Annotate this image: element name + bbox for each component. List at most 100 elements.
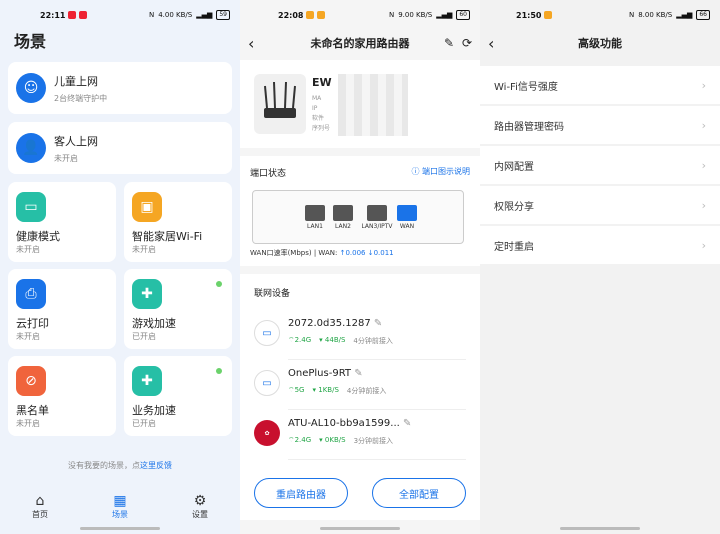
app-notification-icon [79, 11, 88, 19]
menu-item-label: 定时重启 [494, 241, 534, 253]
advanced-features-screen: 21:50 N 8.00 KB/S ▂▄▆ 66 ‹ 高级功能 Wi-Fi信号强… [480, 0, 720, 534]
question-icon: ⓘ [411, 167, 422, 176]
scene-title: 云打印 [16, 317, 49, 330]
speaker-icon: ▣ [132, 192, 162, 222]
scene-card[interactable]: ✚ 业务加速 已开启 [124, 356, 232, 436]
scene-title: 儿童上网 [54, 74, 98, 88]
scene-card[interactable]: ▣ 智能家居Wi-Fi 未开启 [124, 182, 232, 262]
battery-level: 66 [696, 10, 710, 20]
back-arrow-icon[interactable]: ‹ [488, 34, 494, 53]
back-arrow-icon[interactable]: ‹ [248, 34, 254, 53]
chevron-right-icon: › [701, 198, 706, 212]
monitor-icon: ▭ [16, 192, 46, 222]
speed-text: 0KB/S [324, 436, 346, 444]
edit-icon[interactable]: ✎ [444, 36, 454, 50]
home-icon: ⌂ [35, 492, 45, 509]
scene-status: 未开启 [16, 419, 40, 428]
edit-icon[interactable]: ✎ [374, 318, 382, 329]
app-notification-icon [317, 11, 326, 19]
battery-level: 60 [456, 10, 470, 20]
band: ⌔5G [288, 386, 305, 394]
device-name-text: ATU-AL10-bb9a1599... [288, 418, 400, 429]
scene-card[interactable]: ⊘ 黑名单 未开启 [8, 356, 116, 436]
chevron-right-icon: › [701, 158, 706, 172]
tab-home[interactable]: ⌂ 首页 [0, 486, 80, 526]
status-time: 22:08 [278, 10, 304, 20]
tab-label: 场景 [112, 509, 128, 519]
page-title: 未命名的家用路由器 [310, 37, 410, 50]
menu-item-permission-share[interactable]: 权限分享 › [480, 186, 720, 224]
menu-item-wifi-strength[interactable]: Wi-Fi信号强度 › [480, 66, 720, 104]
all-config-button[interactable]: 全部配置 [372, 478, 466, 508]
device-meta: ⌔2.4G ▾ 0KB/S 3分钟前接入 [288, 436, 393, 446]
router-detail-screen: 22:08 N 9.00 KB/S ▂▄▆ 60 ‹ 未命名的家用路由器 ✎ ⟳… [240, 0, 480, 534]
band-text: 5G [294, 386, 305, 394]
status-time: 21:50 [516, 10, 542, 20]
feedback-text: 没有我要的场景，点这里反馈 [0, 460, 240, 471]
scene-status: 未开启 [16, 332, 40, 341]
device-name: OnePlus-9RT ✎ [288, 368, 363, 379]
port-help-link[interactable]: ⓘ 端口图示说明 [411, 166, 470, 177]
router-ip-label: IP [312, 105, 318, 112]
scene-card[interactable]: ⎙ 云打印未开启 [8, 269, 116, 349]
refresh-icon[interactable]: ⟳ [462, 36, 472, 50]
scene-status: 未开启 [132, 245, 156, 254]
menu-item-lan-config[interactable]: 内网配置 › [480, 146, 720, 184]
menu-item-scheduled-reboot[interactable]: 定时重启 › [480, 226, 720, 264]
app-notification-icon [306, 11, 315, 19]
nav-bar: ‹ 未命名的家用路由器 ✎ ⟳ [240, 30, 480, 56]
device-row[interactable]: ▭ 2072.0d35.1287 ✎ ⌔2.4G ▾ 44B/S 4分钟前接入 [240, 310, 480, 360]
scene-card[interactable]: ▭ 健康模式 未开启 [8, 182, 116, 262]
device-name: ATU-AL10-bb9a1599... ✎ [288, 418, 411, 429]
redacted-area [338, 74, 408, 136]
connect-time: 4分钟前接入 [346, 387, 387, 395]
tab-scenes[interactable]: ▦ 场景 [80, 486, 160, 526]
menu-item-label: 内网配置 [494, 161, 534, 173]
menu-item-label: 路由器管理密码 [494, 121, 564, 133]
net-speed: 9.00 KB/S [398, 11, 433, 19]
router-details: MA IP 软件 序列号 [312, 95, 331, 132]
signal-icon: ▂▄▆ [676, 11, 693, 19]
device-row[interactable]: ▭ OnePlus-9RT ✎ ⌔5G ▾ 1KB/S 4分钟前接入 [240, 360, 480, 410]
restart-router-button[interactable]: 重启路由器 [254, 478, 348, 508]
feedback-link[interactable]: 这里反馈 [140, 461, 172, 470]
edit-icon[interactable]: ✎ [403, 418, 411, 429]
menu-item-label: Wi-Fi信号强度 [494, 81, 558, 93]
tab-label: 设置 [192, 509, 208, 519]
wan-download: ↓0.011 [367, 249, 394, 257]
scene-card-guest[interactable]: 👤 客人上网 未开启 [8, 122, 232, 174]
connect-time: 4分钟前接入 [353, 337, 393, 345]
port-wan: WAN [395, 205, 419, 230]
laptop-icon: ▭ [254, 370, 280, 396]
device-name-text: OnePlus-9RT [288, 368, 352, 379]
scene-title: 客人上网 [54, 134, 98, 148]
divider [288, 459, 466, 460]
gamepad-icon: ✚ [132, 279, 162, 309]
port-status-title: 端口状态 [250, 169, 287, 179]
wan-upload: ↑0.006 [339, 249, 366, 257]
connect-time: 3分钟前接入 [353, 437, 394, 445]
tab-settings[interactable]: ⚙ 设置 [160, 486, 240, 526]
menu-item-admin-password[interactable]: 路由器管理密码 › [480, 106, 720, 144]
nfc-icon: N [628, 11, 635, 19]
printer-icon: ⎙ [16, 279, 46, 309]
battery-level: 59 [216, 10, 230, 20]
router-image [254, 74, 306, 134]
device-row[interactable]: ✿ ATU-AL10-bb9a1599... ✎ ⌔2.4G ▾ 0KB/S 3分钟前接… [240, 410, 480, 460]
edit-icon[interactable]: ✎ [354, 368, 362, 379]
signal-icon: ▂▄▆ [436, 11, 453, 19]
router-info-card: EW MA IP 软件 序列号 [240, 60, 480, 148]
chevron-right-icon: › [701, 78, 706, 92]
advanced-menu: Wi-Fi信号强度 › 路由器管理密码 › 内网配置 › 权限分享 › 定时重启 › [480, 66, 720, 266]
active-indicator [216, 281, 222, 287]
block-user-icon: ⊘ [16, 366, 46, 396]
scene-title: 业务加速 [132, 404, 176, 417]
chevron-right-icon: › [701, 238, 706, 252]
scene-card[interactable]: ✚ 游戏加速 已开启 [124, 269, 232, 349]
device-name: 2072.0d35.1287 ✎ [288, 318, 382, 329]
nfc-icon: N [388, 11, 395, 19]
status-bar: 22:11 N 4.00 KB/S ▂▄▆ 59 [0, 0, 240, 30]
scene-card-kids[interactable]: ☺ 儿童上网 2台终端守护中 [8, 62, 232, 114]
scene-status: 已开启 [132, 332, 156, 341]
router-serial-label: 序列号 [312, 125, 331, 132]
